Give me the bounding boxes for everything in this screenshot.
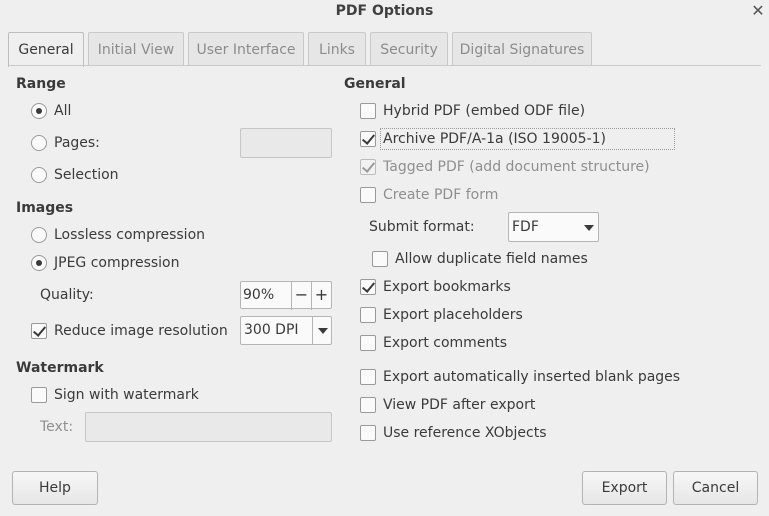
export-bookmarks-checkbox[interactable] <box>360 279 376 295</box>
resolution-dropdown-button[interactable] <box>312 317 332 344</box>
general-heading: General <box>344 76 406 92</box>
tab-bar: General Initial View User Interface Link… <box>8 32 761 67</box>
duplicate-names-label: Allow duplicate field names <box>395 251 588 267</box>
tab-digital-signatures[interactable]: Digital Signatures <box>452 32 592 66</box>
submit-format-value: FDF <box>512 219 539 235</box>
hybrid-pdf-checkbox[interactable] <box>360 103 376 119</box>
watermark-text-label: Text: <box>40 419 74 435</box>
range-heading: Range <box>16 76 66 92</box>
close-icon[interactable]: ✕ <box>750 2 766 20</box>
view-pdf-label: View PDF after export <box>383 397 536 413</box>
chevron-down-icon <box>584 225 594 231</box>
range-all-label: All <box>54 103 72 119</box>
archive-pdf-label: Archive PDF/A-1a (ISO 19005-1) <box>383 131 606 147</box>
sign-watermark-label: Sign with watermark <box>54 387 199 403</box>
lossless-radio[interactable] <box>31 227 47 243</box>
jpeg-label: JPEG compression <box>54 255 180 271</box>
tagged-pdf-label: Tagged PDF (add document structure) <box>383 159 650 175</box>
tab-general[interactable]: General <box>8 32 84 67</box>
export-bookmarks-label: Export bookmarks <box>383 279 511 295</box>
cancel-button[interactable]: Cancel <box>673 471 758 505</box>
reduce-resolution-checkbox[interactable] <box>31 323 47 339</box>
reference-xobjects-checkbox[interactable] <box>360 425 376 441</box>
tagged-pdf-checkbox[interactable] <box>360 159 376 175</box>
minus-icon[interactable]: − <box>291 282 311 310</box>
export-comments-checkbox[interactable] <box>360 335 376 351</box>
watermark-heading: Watermark <box>16 360 104 376</box>
range-selection-radio[interactable] <box>31 167 47 183</box>
export-button[interactable]: Export <box>582 471 667 505</box>
quality-label: Quality: <box>40 287 94 303</box>
reference-xobjects-label: Use reference XObjects <box>383 425 547 441</box>
quality-spinner: 90% − + <box>240 281 332 310</box>
chevron-down-icon <box>318 328 328 334</box>
window-title: PDF Options <box>335 3 434 19</box>
export-blank-pages-label: Export automatically inserted blank page… <box>383 369 681 385</box>
tab-user-interface[interactable]: User Interface <box>188 32 304 66</box>
view-pdf-checkbox[interactable] <box>360 397 376 413</box>
export-placeholders-checkbox[interactable] <box>360 307 376 323</box>
resolution-value: 300 DPI <box>244 322 299 338</box>
quality-value[interactable]: 90% <box>243 282 274 308</box>
range-all-radio[interactable] <box>31 103 47 119</box>
reduce-resolution-label: Reduce image resolution <box>54 323 228 339</box>
lossless-label: Lossless compression <box>54 227 206 243</box>
plus-icon[interactable]: + <box>311 282 331 310</box>
tab-divider <box>8 65 761 66</box>
sign-watermark-checkbox[interactable] <box>31 387 47 403</box>
create-form-checkbox[interactable] <box>360 187 376 203</box>
range-pages-radio[interactable] <box>31 135 47 151</box>
range-pages-label: Pages: <box>54 135 100 151</box>
watermark-text-input[interactable] <box>85 412 332 442</box>
tab-initial-view[interactable]: Initial View <box>88 32 184 66</box>
tab-links[interactable]: Links <box>308 32 366 66</box>
export-placeholders-label: Export placeholders <box>383 307 523 323</box>
pages-input[interactable] <box>240 128 332 158</box>
duplicate-names-checkbox[interactable] <box>372 251 388 267</box>
help-button[interactable]: Help <box>12 471 98 505</box>
resolution-combo[interactable]: 300 DPI <box>240 316 332 345</box>
tab-security[interactable]: Security <box>370 32 448 66</box>
archive-pdf-checkbox[interactable] <box>360 131 376 147</box>
range-selection-label: Selection <box>54 167 119 183</box>
export-comments-label: Export comments <box>383 335 508 351</box>
submit-format-label: Submit format: <box>369 219 475 235</box>
jpeg-radio[interactable] <box>31 255 47 271</box>
export-blank-pages-checkbox[interactable] <box>360 369 376 385</box>
hybrid-pdf-label: Hybrid PDF (embed ODF file) <box>383 103 586 119</box>
create-form-label: Create PDF form <box>383 187 499 203</box>
submit-format-combo[interactable]: FDF <box>508 212 599 242</box>
images-heading: Images <box>16 200 74 216</box>
